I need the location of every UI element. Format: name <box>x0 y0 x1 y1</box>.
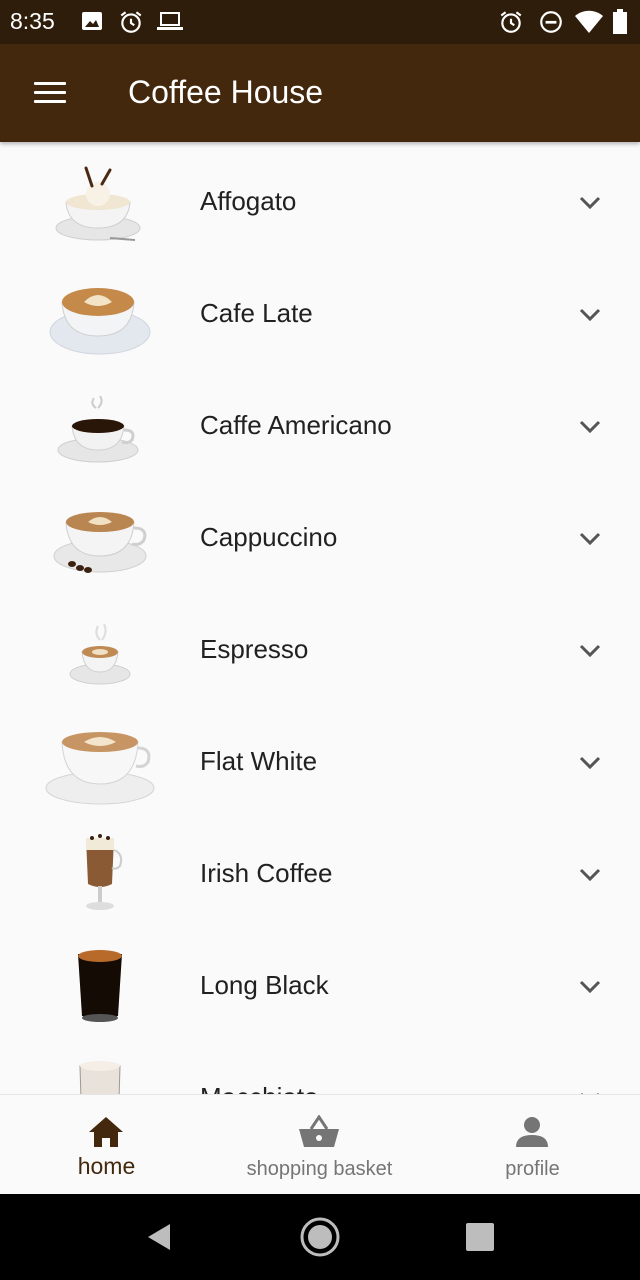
affogato-image <box>55 166 141 241</box>
chevron-down-icon[interactable] <box>576 302 604 326</box>
image-icon <box>82 12 102 30</box>
status-time: 8:35 <box>10 8 55 34</box>
home-icon <box>89 1117 123 1147</box>
nav-profile[interactable]: profile <box>426 1095 639 1195</box>
nav-shopping-basket[interactable]: shopping basket <box>213 1095 426 1195</box>
item-label: Long Black <box>200 970 329 1000</box>
chevron-down-icon[interactable] <box>576 190 604 214</box>
app-title: Coffee House <box>128 74 324 110</box>
item-label: Cafe Late <box>200 298 313 328</box>
home-circle-icon[interactable] <box>296 1214 344 1260</box>
item-label: Affogato <box>200 186 297 216</box>
espresso-image <box>69 623 131 685</box>
hamburger-line <box>34 91 66 94</box>
nav-label: home <box>77 1153 136 1179</box>
list-item-cappuccino[interactable]: Cappuccino <box>0 478 640 590</box>
chevron-down-icon[interactable] <box>576 1086 604 1094</box>
item-label: Caffe Americano <box>200 410 392 440</box>
hamburger-line <box>34 100 66 103</box>
nav-label: shopping basket <box>246 1158 393 1180</box>
item-label: Macchiato <box>200 1082 319 1094</box>
item-label: Espresso <box>200 634 309 664</box>
list-item-espresso[interactable]: Espresso <box>0 590 640 702</box>
irish-coffee-image <box>86 834 123 910</box>
long-black-image <box>78 950 122 1022</box>
chevron-down-icon[interactable] <box>576 526 604 550</box>
alarm-icon <box>120 11 142 33</box>
item-label: Cappuccino <box>200 522 338 552</box>
chevron-down-icon[interactable] <box>576 414 604 438</box>
list-item-cafe-late[interactable]: Cafe Late <box>0 254 640 366</box>
macchiato-image <box>79 1061 121 1094</box>
cafe-latte-image <box>49 288 151 355</box>
menu-button[interactable] <box>24 72 76 116</box>
list-item-long-black[interactable]: Long Black <box>0 926 640 1038</box>
chevron-down-icon[interactable] <box>576 974 604 998</box>
list-item-irish-coffee[interactable]: Irish Coffee <box>0 814 640 926</box>
do-not-disturb-icon <box>540 11 562 33</box>
status-bar: 8:35 <box>0 0 640 44</box>
caffe-americano-image <box>57 395 139 463</box>
person-icon <box>516 1117 548 1147</box>
chevron-down-icon[interactable] <box>576 638 604 662</box>
nav-home[interactable]: home <box>0 1095 213 1195</box>
chevron-down-icon[interactable] <box>576 750 604 774</box>
hamburger-menu-icon <box>34 82 66 85</box>
battery-icon <box>613 9 627 34</box>
cappuccino-image <box>53 512 147 573</box>
item-label: Flat White <box>200 746 318 776</box>
nav-label: profile <box>505 1158 560 1180</box>
wifi-icon <box>575 10 603 33</box>
list-item-macchiato[interactable]: Macchiato <box>0 1038 640 1094</box>
alarm-icon <box>500 11 522 33</box>
laptop-icon <box>157 12 183 30</box>
list-item-affogato[interactable]: Affogato <box>0 142 640 254</box>
app-bar: Coffee House <box>0 44 640 142</box>
list-item-caffe-americano[interactable]: Caffe Americano <box>0 366 640 478</box>
coffee-list[interactable]: Affogato Cafe Late Caffe Americano Cappu… <box>0 142 640 1094</box>
bottom-navigation: home shopping basket profile <box>0 1094 640 1195</box>
shopping-basket-icon <box>299 1115 339 1147</box>
chevron-down-icon[interactable] <box>576 862 604 886</box>
back-icon[interactable] <box>136 1214 184 1260</box>
system-navigation-bar <box>0 1194 640 1280</box>
item-label: Irish Coffee <box>200 858 333 888</box>
recents-icon[interactable] <box>456 1214 504 1260</box>
list-item-flat-white[interactable]: Flat White <box>0 702 640 814</box>
flat-white-image <box>45 732 155 805</box>
